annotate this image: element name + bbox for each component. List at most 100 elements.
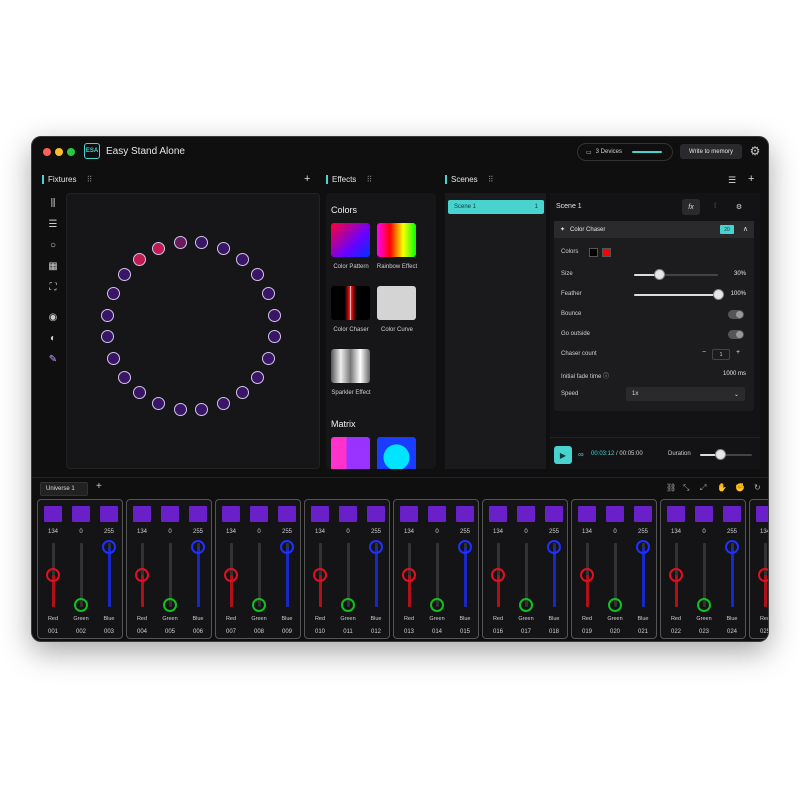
color-curve-effect[interactable]: [377, 286, 416, 320]
decrement-button[interactable]: −: [702, 349, 706, 356]
add-scene-button[interactable]: +: [748, 173, 754, 185]
fixtures-canvas[interactable]: [66, 193, 320, 469]
pin-icon[interactable]: ⤡: [683, 483, 689, 493]
channel-slider-handle[interactable]: [458, 540, 472, 554]
channel-slider-handle[interactable]: [46, 567, 60, 582]
fixture-node[interactable]: [101, 330, 115, 344]
fixture-node[interactable]: [152, 241, 166, 255]
close-window-button[interactable]: [43, 148, 51, 156]
chevron-up-icon[interactable]: ∧: [743, 225, 748, 233]
feather-slider-handle[interactable]: [712, 289, 724, 300]
fixture-node[interactable]: [251, 268, 265, 282]
fixture-node[interactable]: [216, 397, 230, 411]
chaser-color-swatch[interactable]: [602, 248, 611, 257]
maximize-window-button[interactable]: [67, 148, 75, 156]
channel-slider-handle[interactable]: [369, 540, 383, 554]
link-icon[interactable]: ⛓: [666, 483, 676, 492]
color-pattern-effect[interactable]: [331, 223, 370, 257]
matrix-effect[interactable]: [377, 437, 416, 469]
fx-button[interactable]: fx: [682, 199, 700, 215]
fixture-node[interactable]: [251, 370, 265, 384]
fixture-node[interactable]: [101, 308, 115, 322]
scene-settings-gear-icon[interactable]: ⚙: [730, 199, 748, 215]
fixture-node[interactable]: [262, 351, 276, 365]
add-universe-button[interactable]: +: [96, 481, 102, 492]
channel-slider-handle[interactable]: [547, 540, 561, 554]
channel-slider-handle[interactable]: [491, 567, 505, 582]
fixture-node[interactable]: [106, 287, 120, 301]
sparkler-effect[interactable]: [331, 349, 370, 383]
chaser-color-swatch[interactable]: [589, 248, 598, 257]
grab-icon[interactable]: ✊: [735, 483, 745, 492]
channel-slider-handle[interactable]: [191, 540, 205, 554]
color-picker-icon[interactable]: ✎: [46, 353, 60, 367]
channel-slider-handle[interactable]: [74, 598, 88, 612]
channel-slider-handle[interactable]: [519, 598, 533, 612]
channel-slider-handle[interactable]: [280, 540, 294, 554]
channel-slider-handle[interactable]: [135, 567, 149, 582]
channel-slider-handle[interactable]: [252, 598, 266, 612]
grid-layout-icon[interactable]: ▦: [46, 260, 60, 274]
universe-tab[interactable]: Universe 1: [40, 482, 88, 496]
channel-slider-handle[interactable]: [163, 598, 177, 612]
size-slider-handle[interactable]: [653, 269, 665, 280]
channel-slider-handle[interactable]: [102, 540, 116, 554]
channel-slider-handle[interactable]: [430, 598, 444, 612]
chaser-count-input[interactable]: 1: [712, 349, 730, 360]
bounce-toggle[interactable]: [728, 310, 744, 319]
write-to-memory-button[interactable]: Write to memory: [680, 144, 742, 159]
info-icon[interactable]: ⓘ: [603, 374, 609, 380]
fixture-node[interactable]: [133, 386, 147, 400]
fixture-node[interactable]: [216, 241, 230, 255]
align-vertical-icon[interactable]: ⫼: [46, 197, 60, 211]
matrix-effect[interactable]: [331, 437, 370, 469]
play-button[interactable]: ▶: [554, 446, 572, 464]
blend-icon[interactable]: ◐: [46, 332, 60, 346]
fixture-node[interactable]: [117, 268, 131, 282]
hand-icon[interactable]: ✋: [717, 483, 727, 492]
fixture-node[interactable]: [267, 308, 281, 322]
channel-slider-handle[interactable]: [608, 598, 622, 612]
channel-slider-handle[interactable]: [636, 540, 650, 554]
collapse-icon[interactable]: ⤢: [700, 483, 706, 493]
fixture-node[interactable]: [262, 287, 276, 301]
color-chaser-effect[interactable]: [331, 286, 370, 320]
rainbow-effect[interactable]: [377, 223, 416, 257]
channel-slider-handle[interactable]: [669, 567, 683, 582]
minimize-window-button[interactable]: [55, 148, 63, 156]
speed-select[interactable]: 1x ⌄: [626, 387, 745, 401]
channel-slider-handle[interactable]: [402, 567, 416, 582]
channel-slider-handle[interactable]: [725, 540, 739, 554]
channel-slider-handle[interactable]: [224, 567, 238, 582]
drag-handle-icon[interactable]: ⠿: [488, 175, 494, 184]
scene-list-toggle-icon[interactable]: ☰: [728, 175, 736, 186]
fixture-node[interactable]: [152, 397, 166, 411]
channel-slider-handle[interactable]: [697, 598, 711, 612]
channel-slider-handle[interactable]: [341, 598, 355, 612]
fixture-node[interactable]: [133, 252, 147, 266]
settings-gear-icon[interactable]: ⚙: [748, 144, 762, 158]
sliders-icon[interactable]: ⫶: [706, 199, 724, 215]
devices-indicator[interactable]: ▭ 3 Devices: [577, 143, 673, 161]
increment-button[interactable]: +: [736, 349, 740, 356]
refresh-icon[interactable]: ↻: [754, 483, 761, 492]
drag-handle-icon[interactable]: ⠿: [366, 175, 372, 184]
color-chaser-header[interactable]: ✦ Color Chaser 20 ∧: [554, 221, 754, 238]
fixture-node[interactable]: [173, 402, 187, 416]
circle-layout-icon[interactable]: ○: [46, 239, 60, 253]
fixture-node[interactable]: [117, 370, 131, 384]
fit-screen-icon[interactable]: ⛶: [46, 281, 60, 295]
channel-slider-handle[interactable]: [580, 567, 594, 582]
duration-slider-handle[interactable]: [715, 449, 726, 460]
fixture-node[interactable]: [195, 236, 209, 250]
channel-slider-handle[interactable]: [758, 567, 768, 582]
scene-item[interactable]: Scene 1 1: [448, 200, 544, 214]
loop-icon[interactable]: ∞: [578, 450, 584, 459]
fixture-node[interactable]: [195, 402, 209, 416]
channel-slider-handle[interactable]: [313, 567, 327, 582]
visibility-icon[interactable]: ◉: [46, 311, 60, 325]
go-outside-toggle[interactable]: [728, 330, 744, 339]
add-fixture-button[interactable]: +: [304, 173, 310, 185]
align-horizontal-icon[interactable]: ☰: [46, 218, 60, 232]
fixture-node[interactable]: [267, 330, 281, 344]
